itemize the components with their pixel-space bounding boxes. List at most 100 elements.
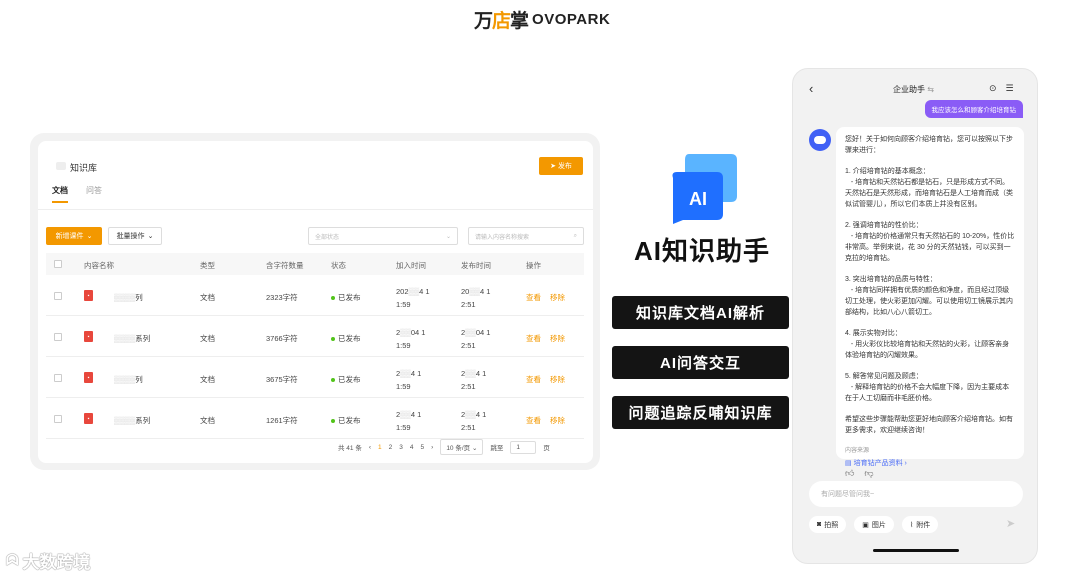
user-message: 我应该怎么和顾客介绍培育钻 bbox=[924, 100, 1023, 118]
row-checkbox[interactable] bbox=[54, 374, 62, 382]
row-add-time: 2▒▒4 1 1:59 bbox=[396, 369, 422, 391]
col-header: 加入时间 bbox=[396, 261, 426, 270]
answer-paragraph: 您好！关于如何向顾客介绍培育钻，您可以按照以下步骤来进行： bbox=[845, 136, 1013, 154]
table-row: ▪ ▒▒▒▒列 文档 2323字符 已发布 202▒▒4 1 1:59 20▒▒4… bbox=[46, 275, 584, 316]
select-all-checkbox[interactable] bbox=[54, 260, 62, 268]
row-type: 文档 bbox=[200, 375, 215, 384]
feature-pill: 知识库文档AI解析 bbox=[612, 296, 789, 329]
row-checkbox[interactable] bbox=[54, 292, 62, 300]
attachment-button[interactable]: ⌇ 附件 bbox=[901, 516, 939, 533]
page-1[interactable]: 1 bbox=[378, 444, 382, 451]
table-row: ▪ ▒▒▒▒系列 文档 1261字符 已发布 2▒▒4 1 1:59 2▒▒4 1… bbox=[46, 398, 584, 439]
pdf-icon: ▪ bbox=[84, 331, 93, 342]
logo-cn: 万店掌 bbox=[474, 10, 529, 32]
row-name: 系列 bbox=[135, 334, 151, 343]
thumbs-down-icon[interactable]: 👎︎ bbox=[864, 468, 873, 479]
remove-link[interactable]: 移除 bbox=[550, 333, 565, 344]
table-row: ▪ ▒▒▒▒系列 文档 3766字符 已发布 2▒▒04 1 1:59 2▒▒04… bbox=[46, 316, 584, 357]
history-icon[interactable]: ⊙ bbox=[989, 83, 997, 94]
pdf-icon: ▪ bbox=[84, 290, 93, 301]
image-icon: ▣ bbox=[862, 521, 869, 529]
view-link[interactable]: 查看 bbox=[526, 333, 541, 344]
status-select[interactable]: 全部状态 ⌄ bbox=[308, 227, 458, 245]
watermark-logo-icon: ᗣ bbox=[6, 552, 19, 569]
phone-title: 企业助手 ⇆ bbox=[893, 85, 934, 94]
search-input[interactable]: 请输入内容名称搜索 ⌕ bbox=[468, 227, 584, 245]
phone-header: ‹ 企业助手 ⇆ ⊙ ☰ bbox=[793, 79, 1037, 99]
tab-indicator bbox=[52, 201, 68, 203]
page-size-select[interactable]: 10 条/页 ⌄ bbox=[440, 439, 484, 455]
page-unit: 页 bbox=[543, 445, 550, 452]
send-icon[interactable]: ➤ bbox=[1006, 517, 1020, 531]
watermark: ᗣ 大数跨境 bbox=[6, 552, 91, 572]
assistant-phone: ‹ 企业助手 ⇆ ⊙ ☰ 我应该怎么和顾客介绍培育钻 您好！关于如何向顾客介绍培… bbox=[792, 68, 1038, 564]
view-link[interactable]: 查看 bbox=[526, 292, 541, 303]
kb-icon bbox=[56, 162, 66, 170]
knowledge-base-window: 知识库 ➤ 发布 文档 问答 新增课件 ⌄ 批量操作 ⌄ 全部状态 ⌄ 请输入内容名称搜… bbox=[30, 133, 600, 470]
status-badge: 已发布 bbox=[331, 292, 361, 303]
row-pub-time: 20▒▒4 1 2:51 bbox=[461, 287, 491, 309]
pdf-icon: ▪ bbox=[84, 413, 93, 424]
view-link[interactable]: 查看 bbox=[526, 374, 541, 385]
kb-tabs: 文档 问答 bbox=[52, 185, 102, 196]
col-header: 状态 bbox=[331, 261, 346, 270]
col-header: 发布时间 bbox=[461, 261, 491, 270]
row-chars: 3675字符 bbox=[266, 375, 298, 384]
col-header: 内容名称 bbox=[84, 261, 114, 270]
answer-paragraph: 4. 展示实物对比： - 用火彩仪比较培育钻和天然钻的火彩，让顾客亲身体验培育钻… bbox=[845, 330, 1010, 359]
jump-input[interactable]: 1 bbox=[510, 440, 537, 454]
divider bbox=[38, 209, 593, 210]
product-title: AI知识助手 bbox=[633, 236, 770, 266]
row-checkbox[interactable] bbox=[54, 333, 62, 341]
publish-button[interactable]: ➤ 发布 bbox=[539, 157, 583, 175]
ai-assistant-icon: AI bbox=[672, 154, 737, 224]
row-type: 文档 bbox=[200, 416, 215, 425]
col-header: 类型 bbox=[200, 261, 215, 270]
prev-page-icon[interactable]: ‹ bbox=[369, 444, 371, 451]
camera-button[interactable]: ◙ 拍照 bbox=[809, 516, 847, 533]
chat-input[interactable]: 有问题尽管问我~ bbox=[809, 481, 1023, 507]
chevron-down-icon: ⌄ bbox=[86, 233, 93, 240]
camera-icon: ◙ bbox=[817, 521, 822, 528]
doc-icon: ▤ bbox=[845, 460, 852, 467]
answer-paragraph: 希望这些步骤能帮助您更好地向顾客介绍培育钻。如有更多需求，欢迎继续咨询！ bbox=[845, 416, 1013, 434]
row-checkbox[interactable] bbox=[54, 415, 62, 423]
page-3[interactable]: 3 bbox=[399, 444, 403, 451]
page-2[interactable]: 2 bbox=[389, 444, 393, 451]
thumbs-up-icon[interactable]: 👍︎ bbox=[845, 468, 854, 479]
feature-pill: 问题追踪反哺知识库 bbox=[612, 396, 789, 429]
menu-icon[interactable]: ☰ bbox=[1006, 83, 1014, 94]
table-header: 内容名称 类型 含字符数量 状态 加入时间 发布时间 操作 bbox=[46, 253, 584, 275]
status-badge: 已发布 bbox=[331, 333, 361, 344]
chevron-down-icon: ⌄ bbox=[147, 233, 154, 240]
source-label: 内容来源 bbox=[845, 448, 870, 454]
row-pub-time: 2▒▒4 1 2:51 bbox=[461, 369, 487, 391]
answer-paragraph: 5. 解答常见问题及顾虑： - 解释培育钻的价格不会大幅度下降，因为主要成本在于… bbox=[845, 373, 1010, 402]
total-count: 共 41 条 bbox=[338, 445, 362, 452]
view-link[interactable]: 查看 bbox=[526, 415, 541, 426]
row-type: 文档 bbox=[200, 334, 215, 343]
row-add-time: 202▒▒4 1 1:59 bbox=[396, 287, 430, 309]
feedback-bar: 👍︎ 👎︎ bbox=[845, 468, 874, 479]
new-courseware-button[interactable]: 新增课件 ⌄ bbox=[46, 227, 102, 245]
answer-paragraph: 3. 突出培育钻的品质与特性： - 培育钻同样拥有优质的颜色和净度，而且经过顶级… bbox=[845, 276, 1013, 316]
row-chars: 3766字符 bbox=[266, 334, 298, 343]
tab-documents[interactable]: 文档 bbox=[52, 185, 68, 196]
batch-operations-button[interactable]: 批量操作 ⌄ bbox=[108, 227, 162, 245]
row-pub-time: 2▒▒04 1 2:51 bbox=[461, 328, 491, 350]
row-name: 系列 bbox=[135, 416, 151, 425]
row-pub-time: 2▒▒4 1 2:51 bbox=[461, 410, 487, 432]
tab-qa[interactable]: 问答 bbox=[86, 185, 102, 196]
row-name: 列 bbox=[135, 375, 143, 384]
remove-link[interactable]: 移除 bbox=[550, 374, 565, 385]
page-4[interactable]: 4 bbox=[410, 444, 414, 451]
page-5[interactable]: 5 bbox=[421, 444, 425, 451]
next-page-icon[interactable]: › bbox=[431, 444, 433, 451]
remove-link[interactable]: 移除 bbox=[550, 415, 565, 426]
image-button[interactable]: ▣ 图片 bbox=[854, 516, 894, 533]
home-indicator bbox=[873, 549, 959, 552]
remove-link[interactable]: 移除 bbox=[550, 292, 565, 303]
back-icon[interactable]: ‹ bbox=[809, 81, 813, 96]
col-header: 含字符数量 bbox=[266, 261, 304, 270]
pdf-icon: ▪ bbox=[84, 372, 93, 383]
